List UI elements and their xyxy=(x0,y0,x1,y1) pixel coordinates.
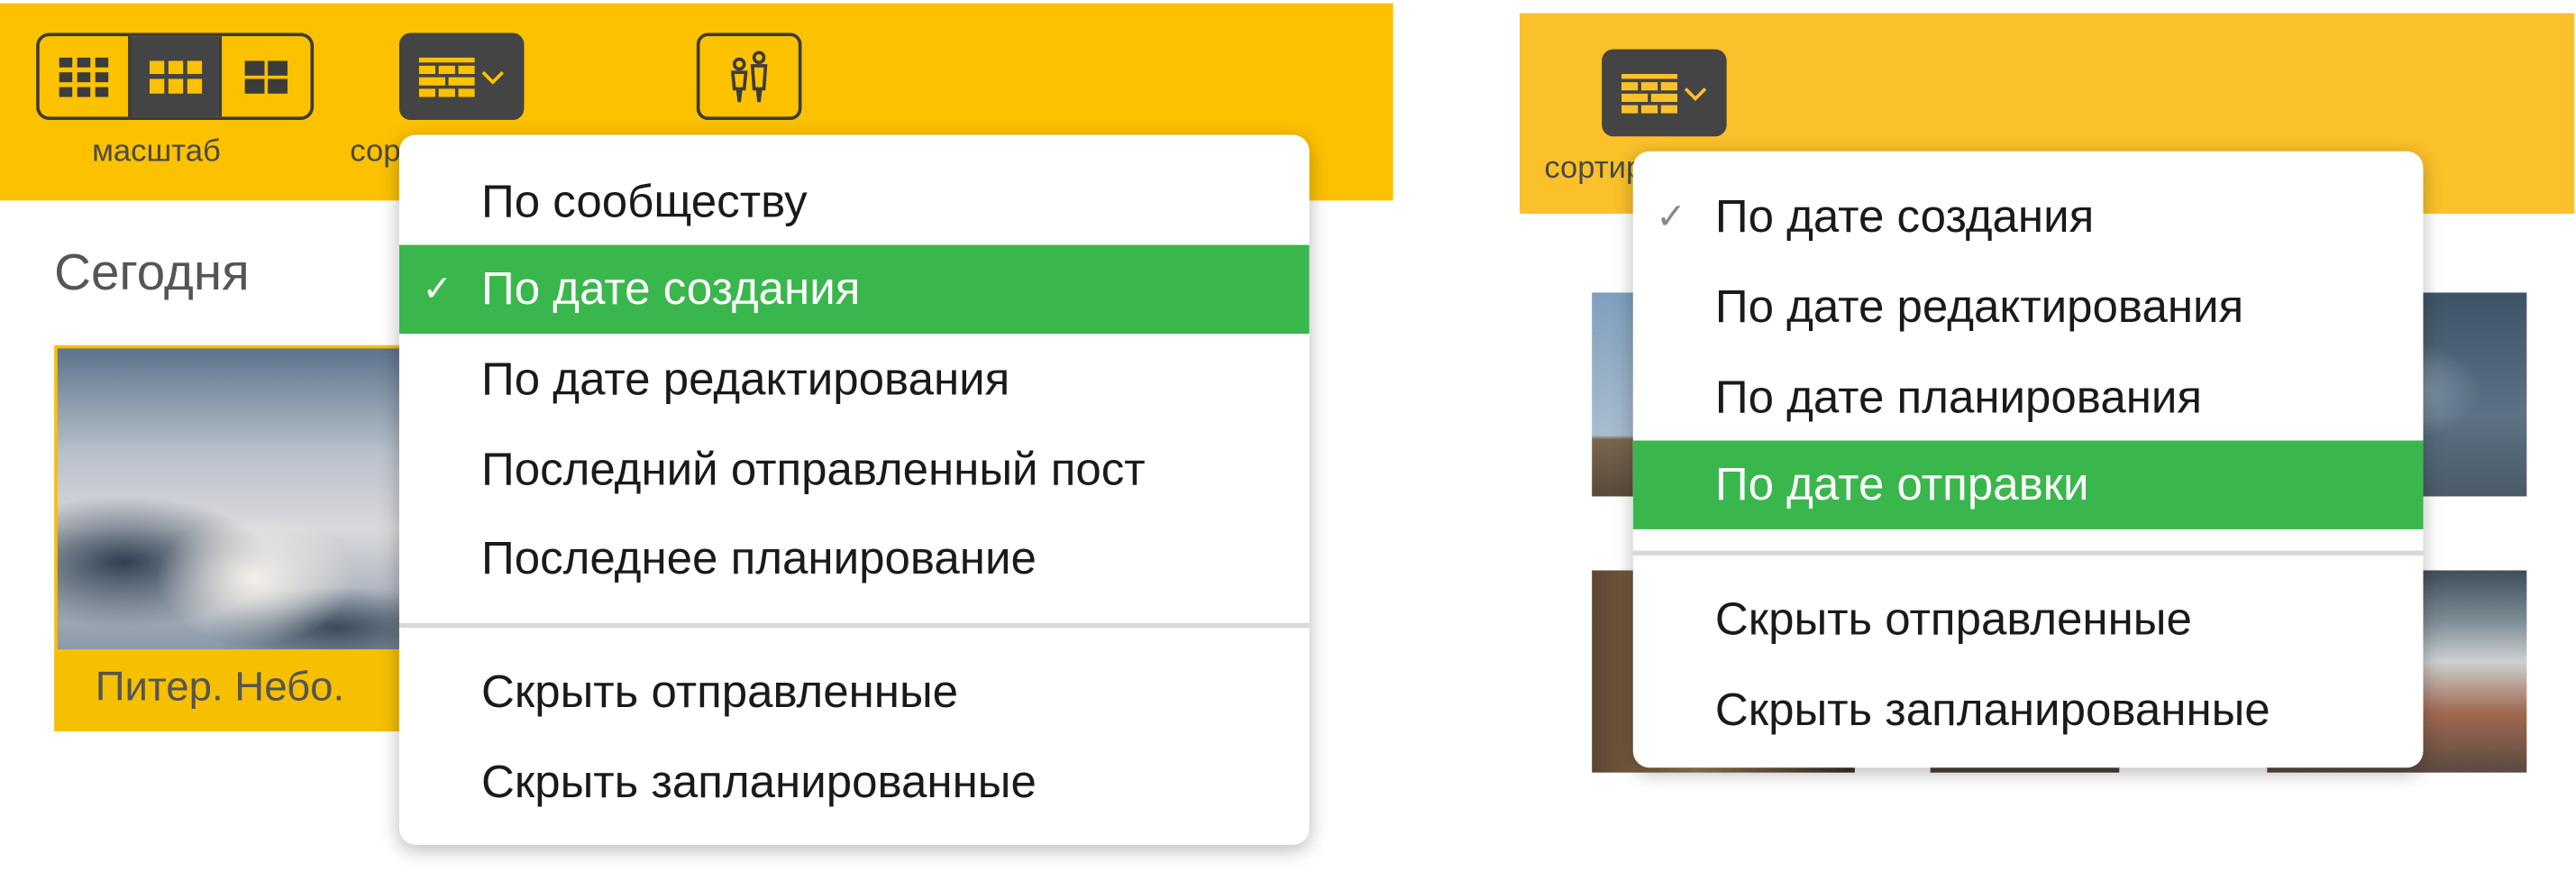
sort-option-checked[interactable]: ✓ По дате создания xyxy=(1633,172,2424,261)
filter-hide-scheduled[interactable]: Скрыть запланированные xyxy=(399,738,1310,826)
scale-segmented-control[interactable] xyxy=(36,32,315,121)
grid-large-icon xyxy=(244,60,288,93)
section-title: Сегодня xyxy=(54,243,250,301)
sort-menu-right: ✓ По дате создания По дате редактирования… xyxy=(1632,151,2424,768)
post-card-caption: Питер. Небо. xyxy=(95,664,345,711)
grid-medium-icon xyxy=(148,60,202,93)
chevron-down-icon xyxy=(481,69,505,84)
people-button[interactable] xyxy=(696,32,802,121)
sort-option[interactable]: По дате редактирования xyxy=(1633,263,2424,352)
sort-option-selected[interactable]: ✓ По дате создания xyxy=(398,244,1310,335)
filter-hide-scheduled[interactable]: Скрыть запланированные xyxy=(1633,666,2424,754)
sort-option[interactable]: Последний отправленный пост xyxy=(399,426,1310,514)
check-icon: ✓ xyxy=(1656,195,1686,237)
sort-menu-left: По сообществу ✓ По дате создания По дате … xyxy=(398,134,1310,845)
sort-grid-icon xyxy=(1621,73,1677,113)
sort-option-highlighted[interactable]: По дате отправки xyxy=(1632,440,2424,529)
filter-hide-sent[interactable]: Скрыть отправленные xyxy=(399,648,1310,736)
check-icon: ✓ xyxy=(422,268,453,309)
menu-divider xyxy=(398,622,1310,629)
scale-medium-button[interactable] xyxy=(127,36,220,117)
sort-option[interactable]: Последнее планирование xyxy=(399,515,1310,603)
menu-divider xyxy=(1632,550,2424,556)
post-card-image xyxy=(57,348,416,649)
chevron-down-icon xyxy=(1684,87,1707,101)
sort-button[interactable] xyxy=(1602,49,1727,137)
post-card[interactable]: Питер. Небо. xyxy=(54,344,416,732)
sort-grid-icon xyxy=(418,56,475,96)
scale-label: масштаб xyxy=(92,134,221,170)
scale-small-button[interactable] xyxy=(40,36,128,116)
sort-option[interactable]: По сообществу xyxy=(399,158,1310,246)
filter-hide-sent[interactable]: Скрыть отправленные xyxy=(1633,575,2424,664)
sort-button[interactable] xyxy=(398,32,525,121)
scale-large-button[interactable] xyxy=(219,36,310,117)
people-icon xyxy=(730,50,768,102)
sort-option[interactable]: По дате планирования xyxy=(1633,354,2424,442)
sort-option[interactable]: По дате редактирования xyxy=(399,335,1310,424)
grid-small-icon xyxy=(59,56,108,96)
